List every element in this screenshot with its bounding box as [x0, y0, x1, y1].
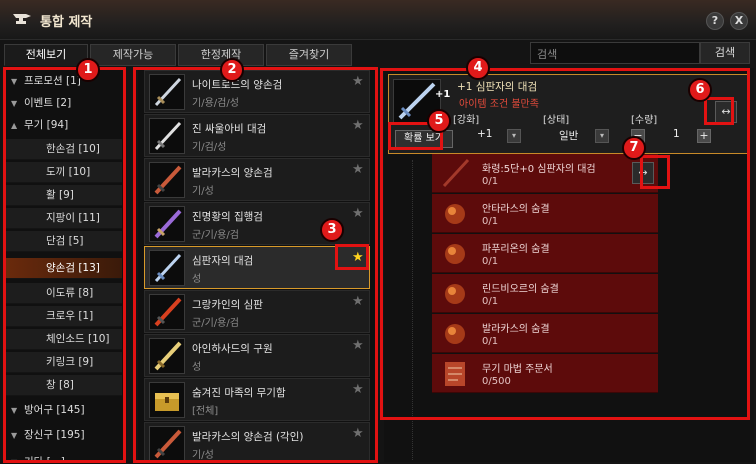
window-title: 통합 제작 [40, 15, 93, 30]
annotation-box-categories [3, 67, 126, 463]
title-bar: 통합 제작 ? X [0, 0, 756, 40]
annotation-box-swap-top [704, 97, 734, 125]
help-button[interactable]: ? [706, 12, 724, 30]
annotation-number: 4 [466, 56, 490, 80]
annotation-box-swap-material [640, 155, 670, 189]
annotation-box-favorite [335, 244, 369, 270]
close-button[interactable]: X [730, 12, 748, 30]
annotation-number: 6 [688, 78, 712, 102]
anvil-icon [13, 14, 31, 24]
annotation-number: 2 [220, 58, 244, 82]
annotation-number: 3 [320, 218, 344, 242]
tab-craftable[interactable]: 제작가능 [90, 44, 176, 66]
search-input[interactable]: 검색 [530, 42, 700, 64]
annotation-number: 7 [622, 136, 646, 160]
tab-favorites[interactable]: 즐겨찾기 [266, 44, 352, 66]
search-button[interactable]: 검색 [700, 42, 750, 64]
crafting-window: 통합 제작 ? X 전체보기 제작가능 한정제작 즐겨찾기 검색 검색 ▼ 프로… [0, 0, 756, 464]
annotation-number: 5 [427, 109, 451, 133]
tab-all[interactable]: 전체보기 [4, 44, 88, 66]
annotation-number: 1 [76, 58, 100, 82]
